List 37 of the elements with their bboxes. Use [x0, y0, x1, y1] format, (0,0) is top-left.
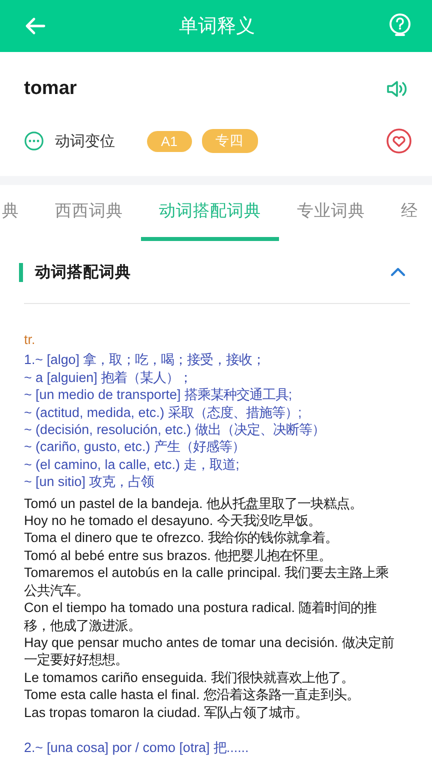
definition-line: ~ [un medio de transporte] 搭乘某种交通工具;	[24, 386, 294, 404]
definition-line: ~ (actitud, medida, etc.) 采取（态度、措施等）;	[24, 404, 303, 422]
chevron-icon[interactable]	[390, 267, 406, 277]
speaker-icon[interactable]	[386, 80, 408, 98]
accent-bar	[19, 262, 23, 282]
dictionary-tab[interactable]: 动词搭配词典	[141, 185, 279, 241]
example-sentence: Hoy no he tomado el desayuno. 今天我没吃早饭。	[24, 512, 322, 530]
example-sentence: Toma el dinero que te ofrezco. 我给你的钱你就拿着。	[24, 529, 339, 547]
headword: tomar	[24, 78, 77, 100]
definition-line: ~ (decisión, resolución, etc.) 做出（决定、决断等）	[24, 421, 326, 438]
section-title: 动词搭配词典	[35, 262, 132, 282]
conjugation-link[interactable]: 动词变位	[55, 132, 115, 150]
level-tag: A1	[147, 130, 192, 152]
definition-line: 2.~ [una cosa] por / como [otra] 把......	[24, 738, 250, 756]
dictionary-tab[interactable]: 西西词典	[37, 185, 141, 241]
example-sentence: Con el tiempo ha tomado una postura radical. 随着时间的推移，他成了激进派。	[24, 599, 378, 634]
definition-line: ~ (cariño, gusto, etc.) 产生（好感等）	[24, 438, 246, 456]
level-tag: 专四	[202, 129, 258, 153]
help-icon[interactable]	[388, 13, 412, 39]
dictionary-tab[interactable]: 典	[2, 185, 37, 241]
example-sentence: Tomó un pastel de la bandeja. 他从托盘里取了一块糕点。	[24, 494, 364, 512]
example-sentence: Le tomamos cariño enseguida. 我们很快就喜欢上他了。	[24, 668, 355, 686]
example-sentence: Tomaremos el autobús en la calle principal. 我们要去主路上乘公共汽车。	[24, 564, 390, 600]
definition-line: ~ [un sitio] 攻克，占领	[24, 473, 156, 491]
definition-line: ~ (el camino, la calle, etc.) 走，取道;	[24, 456, 240, 474]
definition-line: ~ a [alguien] 抱着（某人）；	[24, 368, 194, 386]
example-sentence: Tomó al bebé entre sus brazos. 他把婴儿抱在怀里。	[24, 546, 333, 564]
definition-line: 1.~ [algo] 拿，取；吃，喝；接受，接收；	[24, 351, 266, 369]
dictionary-tab[interactable]: 经	[383, 185, 418, 241]
example-sentence: Las tropas tomaron la ciudad. 军队占领了城市。	[24, 704, 310, 721]
example-sentence: Hay que pensar mucho antes de tomar una decisión. 做决定前一定要好好想想。	[24, 634, 394, 669]
dictionary-tab[interactable]: 专业词典	[279, 185, 383, 241]
part-of-speech: tr.	[24, 331, 36, 348]
screen-title: 单词释义	[178, 15, 256, 39]
example-sentence: Tome esta calle hasta el final. 您沿着这条路一直走到头。	[24, 686, 360, 704]
more-icon[interactable]	[24, 131, 44, 151]
back-icon[interactable]	[24, 17, 46, 35]
